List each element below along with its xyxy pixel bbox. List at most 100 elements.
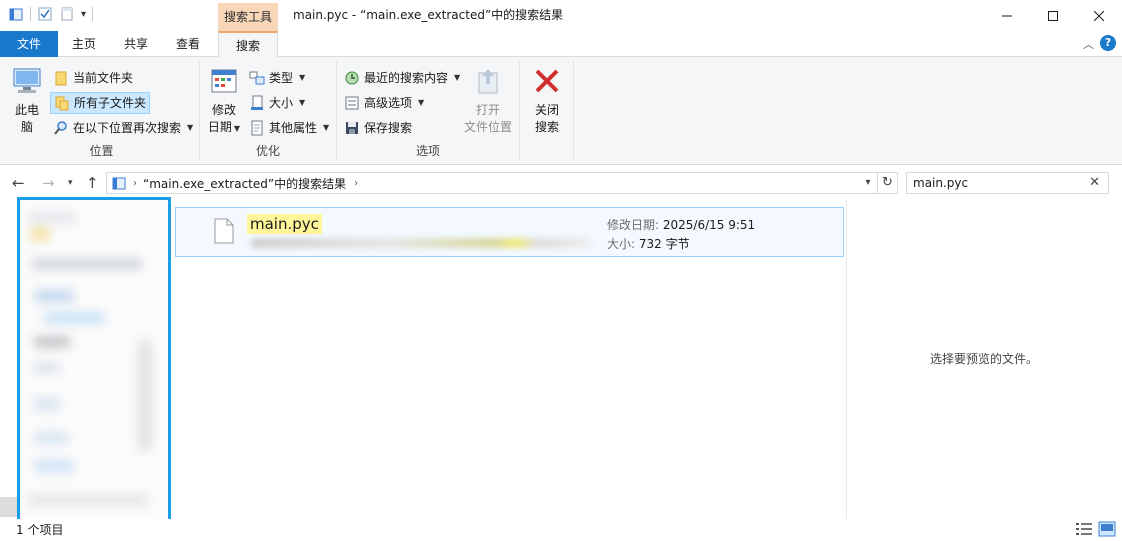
maximize-icon xyxy=(1048,10,1058,21)
date-modified-value: 2025/6/15 9:51 xyxy=(662,218,756,232)
group-close: 关闭 搜索 xyxy=(520,61,574,161)
details-view-icon[interactable] xyxy=(1075,521,1093,537)
quick-access-toolbar: ▾ xyxy=(8,6,94,22)
all-subfolders-button[interactable]: 所有子文件夹 xyxy=(50,92,151,114)
item-count: 1 个项目 xyxy=(16,523,64,537)
address-path[interactable]: “main.exe_extracted”中的搜索结果 xyxy=(143,175,346,192)
minimize-button[interactable] xyxy=(984,0,1030,31)
this-pc-label-1: 此电 xyxy=(14,103,39,117)
minimize-icon xyxy=(1002,15,1012,16)
tab-search[interactable]: 搜索 xyxy=(218,31,278,58)
breadcrumb-chevron-icon[interactable]: › xyxy=(133,178,137,189)
close-button[interactable] xyxy=(1076,0,1122,31)
title-bar: ▾ 搜索工具 main.pyc - “main.exe_extracted”中的… xyxy=(0,0,1122,31)
refresh-icon[interactable]: ↻ xyxy=(878,172,898,194)
large-icons-view-icon[interactable] xyxy=(1098,521,1116,537)
open-location-icon xyxy=(478,69,498,94)
maximize-button[interactable] xyxy=(1030,0,1076,31)
close-search-label-1: 关闭 xyxy=(534,103,559,117)
size-label: 大小 xyxy=(269,96,294,110)
all-subfolders-label: 所有子文件夹 xyxy=(74,96,147,110)
date-modified-label-1: 修改 xyxy=(211,103,236,117)
properties-icon[interactable] xyxy=(37,6,53,22)
customize-toolbar-icon[interactable]: ▾ xyxy=(81,9,86,20)
chevron-down-icon: ▼ xyxy=(299,98,306,107)
search-input[interactable]: main.pyc ✕ xyxy=(906,172,1109,194)
preview-pane-message: 选择要预览的文件。 xyxy=(929,352,1038,366)
folder-window-icon xyxy=(112,177,126,190)
result-date-modified: 修改日期: 2025/6/15 9:51 xyxy=(607,216,755,233)
group-refine: 修改 日期 ▼ 类型 ▼ 大小 ▼ 其他属性 ▼ 优化 xyxy=(200,61,337,161)
kind-button[interactable]: 类型 ▼ xyxy=(246,67,308,89)
current-folder-label: 当前文件夹 xyxy=(73,71,134,85)
search-tools-context-label: 搜索工具 xyxy=(218,3,278,31)
document-icon xyxy=(251,120,263,136)
tab-share[interactable]: 共享 xyxy=(114,31,158,57)
search-again-button[interactable]: 在以下位置再次搜索 ▼ xyxy=(50,117,196,139)
date-modified-key: 修改日期: xyxy=(607,218,660,232)
advanced-options-label: 高级选项 xyxy=(364,96,413,110)
search-result-item[interactable]: main.pyc 修改日期: 2025/6/15 9:51 大小: 732 字节 xyxy=(175,207,844,257)
chevron-down-icon: ▼ xyxy=(323,123,330,132)
date-modified-button[interactable]: 修改 日期 ▼ xyxy=(204,65,244,137)
help-icon[interactable]: ? xyxy=(1100,35,1116,51)
kind-icon xyxy=(249,71,265,85)
current-folder-button[interactable]: 当前文件夹 xyxy=(50,67,136,89)
result-file-name[interactable]: main.pyc xyxy=(247,214,322,234)
recent-locations-chevron-icon[interactable]: ▾ xyxy=(68,178,73,188)
search-icon xyxy=(54,121,67,135)
navigation-bar: ← → ▾ ↑ › “main.exe_extracted”中的搜索结果 › ▾… xyxy=(0,166,1122,200)
tab-home[interactable]: 主页 xyxy=(62,31,106,57)
calendar-icon xyxy=(211,69,237,93)
size-value: 732 字节 xyxy=(638,237,690,251)
group-options-label: 选项 xyxy=(415,144,440,158)
date-modified-label-2: 日期 ▼ xyxy=(207,120,241,134)
advanced-options-button[interactable]: 高级选项 ▼ xyxy=(341,92,427,114)
chevron-down-icon: ▼ xyxy=(187,123,194,132)
save-search-label: 保存搜索 xyxy=(364,121,413,135)
tab-file[interactable]: 文件 xyxy=(0,31,58,57)
chevron-down-icon: ▼ xyxy=(454,73,461,82)
group-refine-label: 优化 xyxy=(255,144,280,158)
toolbar-separator xyxy=(30,7,31,21)
up-arrow-icon[interactable]: ↑ xyxy=(86,174,99,192)
size-key: 大小: xyxy=(607,237,636,251)
advanced-options-icon xyxy=(345,96,359,110)
back-arrow-icon[interactable]: ← xyxy=(12,174,25,192)
redacted-file-path xyxy=(251,238,591,248)
file-icon xyxy=(214,218,234,244)
search-again-label: 在以下位置再次搜索 xyxy=(73,121,182,135)
address-bar[interactable]: › “main.exe_extracted”中的搜索结果 › ▾ xyxy=(106,172,878,194)
subfolders-icon xyxy=(55,96,69,111)
group-location: 此电 脑 当前文件夹 所有子文件夹 在以下位置再次搜索 ▼ 位置 xyxy=(4,61,200,161)
close-search-button[interactable]: 关闭 搜索 xyxy=(526,65,568,136)
size-button[interactable]: 大小 ▼ xyxy=(246,92,308,114)
kind-label: 类型 xyxy=(269,71,294,85)
open-file-location-button[interactable]: 打开 文件位置 xyxy=(461,65,515,136)
folder-window-icon[interactable] xyxy=(8,6,24,22)
save-icon xyxy=(346,122,358,134)
chevron-down-icon: ▼ xyxy=(299,73,306,82)
navigation-pane[interactable] xyxy=(17,197,171,522)
recent-searches-label: 最近的搜索内容 xyxy=(364,71,449,85)
search-input-value[interactable]: main.pyc xyxy=(913,176,968,190)
this-pc-button[interactable]: 此电 脑 xyxy=(8,65,46,136)
tab-view[interactable]: 查看 xyxy=(166,31,210,57)
toolbar-separator xyxy=(92,7,94,21)
address-dropdown-icon[interactable]: ▾ xyxy=(859,173,877,193)
collapse-ribbon-icon[interactable]: ︿ xyxy=(1083,36,1094,52)
file-size-icon xyxy=(251,95,263,110)
group-options: 最近的搜索内容 ▼ 高级选项 ▼ 保存搜索 打开 文件位置 选项 xyxy=(337,61,520,161)
this-pc-label-2: 脑 xyxy=(20,120,33,134)
clear-search-icon[interactable]: ✕ xyxy=(1089,175,1100,190)
result-size: 大小: 732 字节 xyxy=(607,235,690,252)
folder-icon xyxy=(55,71,67,86)
recent-searches-button[interactable]: 最近的搜索内容 ▼ xyxy=(341,67,463,89)
breadcrumb-chevron-icon[interactable]: › xyxy=(354,178,358,189)
other-properties-button[interactable]: 其他属性 ▼ xyxy=(246,117,332,139)
other-properties-label: 其他属性 xyxy=(269,121,318,135)
forward-arrow-icon[interactable]: → xyxy=(42,174,55,192)
save-search-button[interactable]: 保存搜索 xyxy=(341,117,415,139)
new-folder-icon[interactable] xyxy=(59,6,75,22)
nav-pane-scroll-strip[interactable] xyxy=(0,497,17,517)
